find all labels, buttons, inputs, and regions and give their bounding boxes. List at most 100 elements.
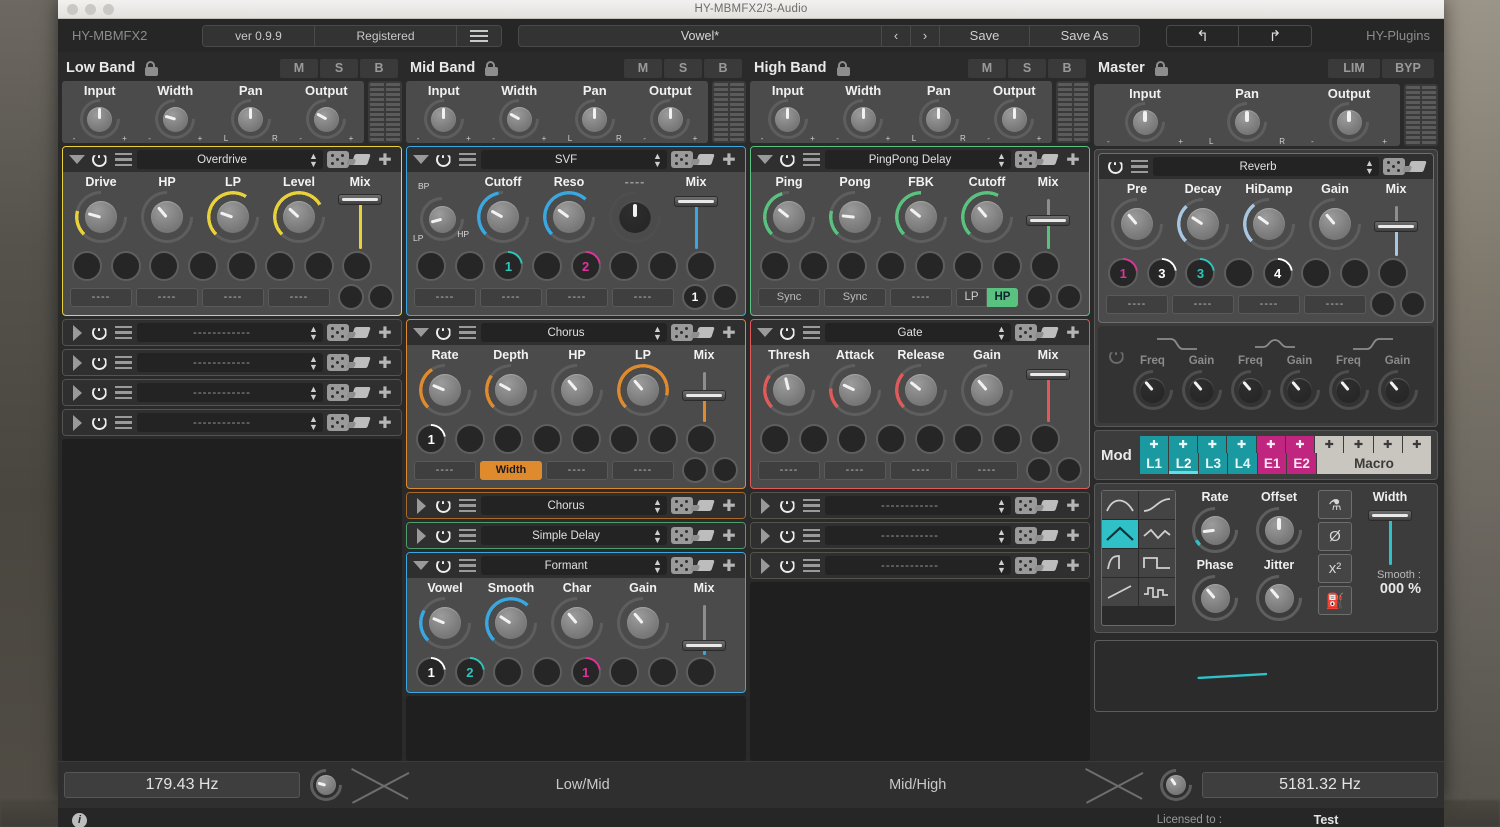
- mod-slot[interactable]: [647, 424, 678, 454]
- mod-tab-l4[interactable]: L4: [1228, 453, 1257, 474]
- slot-name-selector[interactable]: ------------ ▲ ▼: [137, 323, 323, 342]
- dice-icon[interactable]: [1015, 497, 1037, 514]
- slot-end-knob[interactable]: [338, 284, 364, 310]
- slot-updown-icon[interactable]: ▲ ▼: [995, 557, 1011, 574]
- slot-value-button[interactable]: ----: [612, 460, 674, 480]
- slot-menu-icon[interactable]: [111, 152, 135, 167]
- slot-value-button[interactable]: ----: [758, 460, 820, 480]
- mod-slot[interactable]: [532, 251, 563, 281]
- dice-icon[interactable]: [327, 384, 349, 401]
- eraser-icon[interactable]: [693, 500, 717, 511]
- lfo-knob-rate[interactable]: [1182, 497, 1248, 563]
- lfo-wave-saw-soft[interactable]: [1139, 520, 1175, 548]
- io-knob-input[interactable]: [415, 90, 473, 148]
- knob-vowel[interactable]: [408, 586, 482, 660]
- slot-power-button[interactable]: [775, 152, 799, 167]
- knob-fbk[interactable]: [884, 180, 958, 254]
- slot-menu-icon[interactable]: [455, 152, 479, 167]
- mod-slot[interactable]: [110, 251, 141, 281]
- slot-name-selector[interactable]: ------------ ▲ ▼: [137, 353, 323, 372]
- slot-updown-icon[interactable]: ▲ ▼: [651, 324, 667, 341]
- mod-slot[interactable]: 3: [1185, 258, 1216, 288]
- slot-name-selector[interactable]: Gate ▲ ▼: [825, 323, 1011, 342]
- io-knob-output[interactable]: [297, 90, 355, 148]
- mod-slot[interactable]: [686, 251, 717, 281]
- slot-updown-icon[interactable]: ▲ ▼: [995, 527, 1011, 544]
- knob-gain[interactable]: [950, 353, 1024, 427]
- slot-power-button[interactable]: [87, 325, 111, 340]
- mod-drag-l3[interactable]: ✚: [1198, 436, 1227, 453]
- slot-updown-icon[interactable]: ▲ ▼: [1363, 158, 1379, 175]
- mod-drag-l2[interactable]: ✚: [1169, 436, 1198, 453]
- slot-menu-icon[interactable]: [455, 558, 479, 573]
- slot-updown-icon[interactable]: ▲ ▼: [651, 151, 667, 168]
- mod-slot[interactable]: [798, 251, 829, 281]
- mod-drag-l1[interactable]: ✚: [1139, 436, 1169, 453]
- io-knob-input[interactable]: [759, 90, 817, 148]
- slot-power-button[interactable]: [775, 325, 799, 340]
- slot-power-button[interactable]: [775, 558, 799, 573]
- slot-end-knob[interactable]: [1026, 284, 1052, 310]
- slot-menu-icon[interactable]: [111, 355, 135, 370]
- lfo-width-slider[interactable]: [1368, 509, 1412, 565]
- mod-slot[interactable]: [647, 251, 678, 281]
- slot-value-button[interactable]: Sync: [824, 287, 886, 307]
- filter-type-lp[interactable]: LP: [956, 287, 987, 307]
- mod-slot[interactable]: 1: [1108, 258, 1139, 288]
- io-knob-width[interactable]: [146, 90, 204, 148]
- eraser-icon[interactable]: [1037, 500, 1061, 511]
- knob-reso[interactable]: [532, 180, 606, 254]
- mod-slot[interactable]: [991, 251, 1022, 281]
- expand-triangle-icon[interactable]: [755, 497, 775, 514]
- slot-name-selector[interactable]: ------------ ▲ ▼: [825, 526, 1011, 545]
- eraser-icon[interactable]: [1037, 560, 1061, 571]
- slot-end-knob[interactable]: [1370, 291, 1396, 317]
- knob-gain[interactable]: [606, 586, 680, 660]
- slot-menu-icon[interactable]: [799, 325, 823, 340]
- mod-slot[interactable]: 2: [570, 251, 601, 281]
- undo-icon[interactable]: ↰: [1167, 25, 1239, 46]
- unlock-icon[interactable]: [836, 60, 850, 76]
- knob-cutoff[interactable]: [950, 180, 1024, 254]
- band-button-b[interactable]: B: [1048, 58, 1086, 78]
- expand-triangle-icon[interactable]: [67, 384, 87, 401]
- dice-icon[interactable]: [671, 151, 693, 168]
- slot-end-knob[interactable]: [1056, 457, 1082, 483]
- eraser-icon[interactable]: [349, 387, 373, 398]
- move-icon[interactable]: ✚: [1061, 323, 1085, 343]
- mod-tab-l3[interactable]: L3: [1198, 453, 1228, 474]
- mod-tab-l1[interactable]: L1: [1139, 453, 1169, 474]
- macro-tab[interactable]: Macro: [1316, 453, 1431, 474]
- slider-handle[interactable]: [1026, 215, 1070, 227]
- io-knob-output[interactable]: [985, 90, 1043, 148]
- dice-icon[interactable]: [1383, 158, 1405, 175]
- slot-name-selector[interactable]: Overdrive ▲ ▼: [137, 150, 323, 169]
- slot-value-button[interactable]: Width: [480, 460, 542, 480]
- slot-power-button[interactable]: [775, 498, 799, 513]
- mod-slot[interactable]: [188, 251, 219, 281]
- slot-value-button[interactable]: Sync: [758, 287, 820, 307]
- mix-slider[interactable]: [674, 193, 718, 249]
- mod-slot[interactable]: [837, 251, 868, 281]
- io-knob-pan[interactable]: [222, 90, 280, 148]
- slot-name-selector[interactable]: PingPong Delay ▲ ▼: [825, 150, 1011, 169]
- band-button-m[interactable]: M: [968, 58, 1006, 78]
- slider-handle[interactable]: [682, 389, 726, 401]
- slot-menu-icon[interactable]: [799, 498, 823, 513]
- collapse-triangle-icon[interactable]: [411, 155, 431, 164]
- version-button[interactable]: ver 0.9.9: [203, 25, 315, 46]
- mod-slot[interactable]: 3: [1146, 258, 1177, 288]
- mod-slot[interactable]: [686, 657, 717, 687]
- knob-char[interactable]: [540, 586, 614, 660]
- slot-menu-icon[interactable]: [1127, 159, 1151, 174]
- mix-slider[interactable]: [1374, 200, 1418, 256]
- eq-knob-freq[interactable]: [1124, 361, 1181, 419]
- knob-gain[interactable]: [1298, 187, 1372, 261]
- eq-knob-gain[interactable]: [1369, 361, 1426, 419]
- knob-----[interactable]: [598, 180, 672, 254]
- slot-menu-icon[interactable]: [455, 528, 479, 543]
- mix-slider[interactable]: [1026, 366, 1070, 422]
- knob-lp[interactable]: [606, 353, 680, 427]
- slot-end-knob[interactable]: [712, 284, 738, 310]
- band-button-b[interactable]: B: [360, 58, 398, 78]
